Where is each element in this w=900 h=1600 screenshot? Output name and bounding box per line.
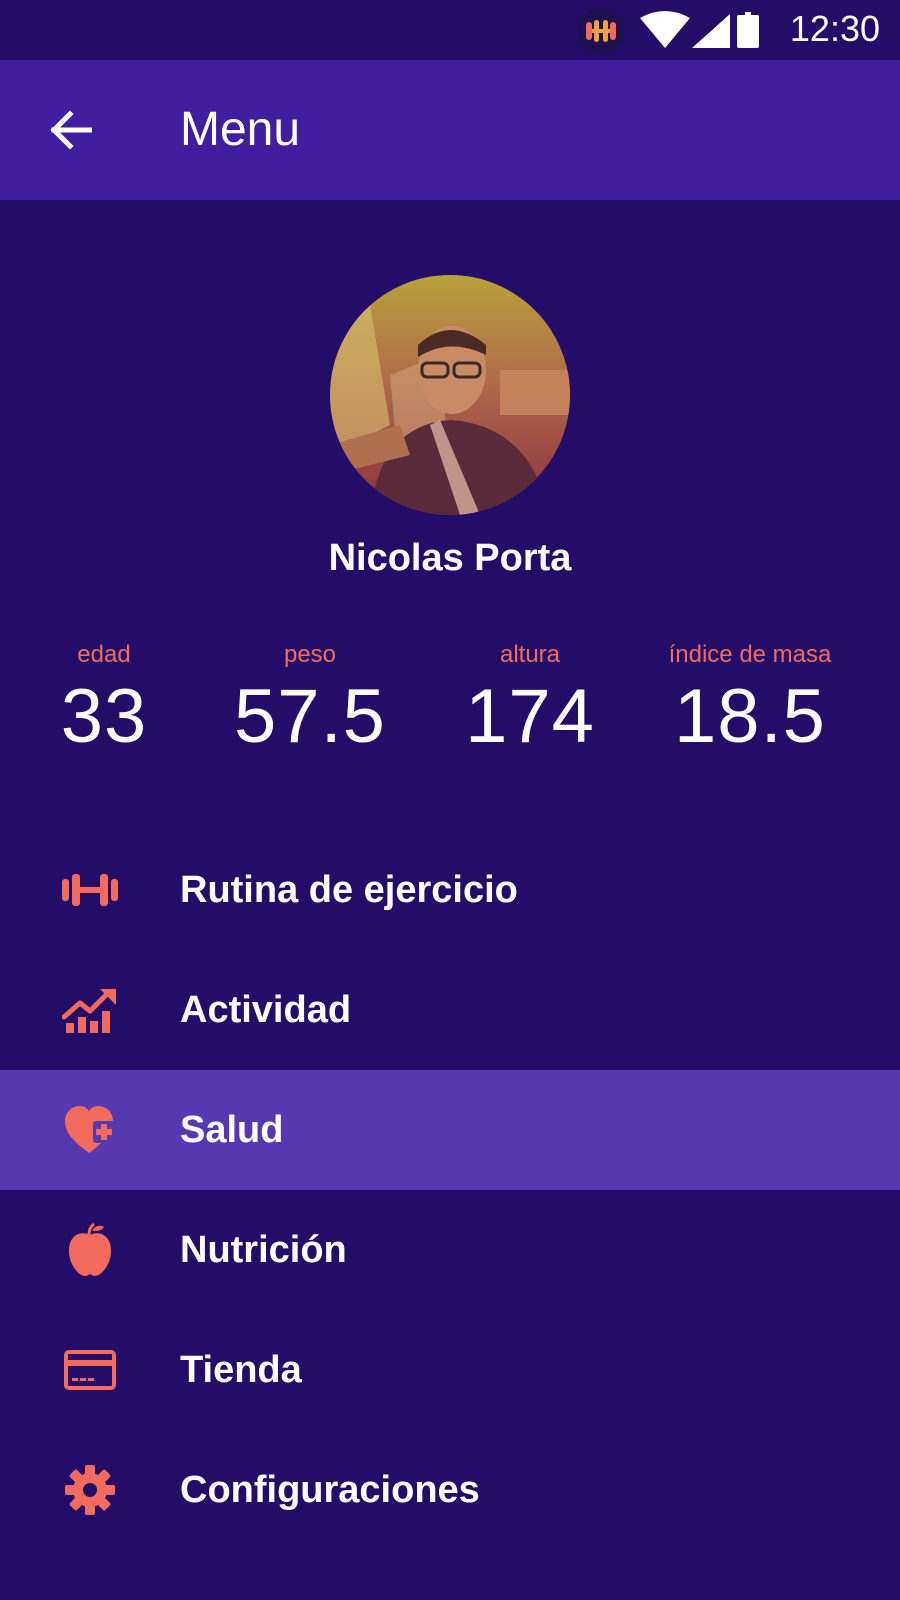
- avatar[interactable]: [330, 275, 570, 515]
- app-badge-icon: [578, 8, 624, 54]
- status-time: 12:30: [789, 8, 880, 49]
- profile-name: Nicolas Porta: [328, 537, 572, 579]
- stat-bmi: índice de masa 18.5: [650, 638, 850, 762]
- apple-icon: [60, 1222, 120, 1278]
- stat-weight: peso 57.5: [220, 638, 400, 762]
- arrow-back-icon: [50, 110, 92, 150]
- stat-value: 18.5: [674, 674, 826, 759]
- cell-signal-icon: [692, 14, 730, 48]
- menu-item-label: Tienda: [180, 1349, 302, 1391]
- menu-item-rutina-de-ejercicio[interactable]: Rutina de ejercicio: [0, 830, 900, 950]
- back-button[interactable]: [40, 100, 100, 160]
- stat-height: altura 174: [450, 638, 610, 762]
- stat-label: altura: [499, 641, 561, 668]
- menu-item-salud[interactable]: Salud: [0, 1070, 900, 1190]
- stat-value: 174: [465, 674, 595, 759]
- menu-item-nutricion[interactable]: Nutrición: [0, 1190, 900, 1310]
- gear-icon: [60, 1462, 120, 1518]
- menu-item-label: Salud: [180, 1109, 284, 1151]
- menu-item-tienda[interactable]: Tienda: [0, 1310, 900, 1430]
- menu-item-label: Nutrición: [180, 1229, 347, 1271]
- menu-item-label: Rutina de ejercicio: [180, 869, 518, 911]
- stat-label: edad: [77, 641, 131, 668]
- menu-item-label: Actividad: [180, 989, 352, 1031]
- heart-plus-icon: [60, 1102, 120, 1158]
- menu-screen: 12:30 Menu Nicolas Porta edad 33 peso 57…: [0, 0, 900, 1600]
- credit-card-icon: [60, 1342, 120, 1398]
- wifi-icon: [640, 11, 690, 48]
- stat-label: peso: [283, 641, 337, 668]
- dumbbell-icon: [60, 862, 120, 918]
- menu-item-configuraciones[interactable]: Configuraciones: [0, 1430, 900, 1550]
- page-title: Menu: [180, 103, 301, 156]
- stat-age: edad 33: [44, 638, 164, 762]
- stat-label: índice de masa: [668, 641, 832, 668]
- stat-value: 33: [60, 674, 148, 759]
- app-bar: Menu: [0, 60, 900, 200]
- battery-icon: [737, 12, 759, 48]
- stat-value: 57.5: [234, 674, 386, 759]
- menu-item-actividad[interactable]: Actividad: [0, 950, 900, 1070]
- status-bar: 12:30: [0, 0, 900, 60]
- navigation-menu: Rutina de ejercicio Actividad Salud Nutr…: [0, 830, 900, 1550]
- chart-growth-icon: [60, 982, 120, 1038]
- menu-item-label: Configuraciones: [180, 1469, 480, 1511]
